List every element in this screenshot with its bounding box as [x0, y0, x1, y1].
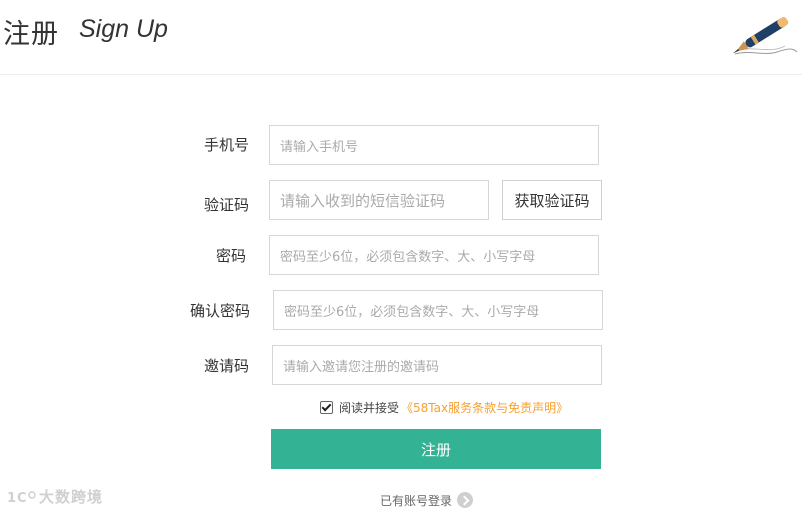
invite-placeholder: 请输入邀请您注册的邀请码: [283, 359, 440, 375]
code-label: 验证码: [203, 196, 249, 214]
signup-page: 注册 Sign Up 手机号 请输入手机号 验证码 请输入收到的短信验证码 获取…: [0, 0, 802, 515]
invite-label: 邀请码: [203, 357, 249, 375]
page-title: 注册: [3, 19, 59, 50]
confirm-password-label: 确认密码: [189, 302, 250, 320]
agreement-checkbox[interactable]: [320, 400, 333, 414]
login-link[interactable]: 已有账号登录: [380, 491, 474, 509]
agreement-text: 阅读并接受: [339, 400, 400, 415]
login-link-text: 已有账号登录: [380, 493, 453, 508]
agreement-row: 阅读并接受 《58Tax服务条款与免责声明》: [320, 398, 568, 416]
fountain-pen-icon: [732, 16, 798, 55]
register-button[interactable]: 注册: [271, 429, 601, 469]
phone-label: 手机号: [203, 136, 249, 154]
get-code-button[interactable]: 获取验证码: [502, 180, 602, 220]
password-input[interactable]: 密码至少6位，必须包含数字、大、小写字母: [269, 235, 599, 275]
confirm-password-input[interactable]: 密码至少6位，必须包含数字、大、小写字母: [273, 290, 603, 330]
page-subtitle: Sign Up: [79, 15, 168, 43]
password-label: 密码: [215, 247, 246, 265]
terms-link[interactable]: 《58Tax服务条款与免责声明》: [401, 399, 568, 416]
watermark-logo-icon: 1C: [7, 491, 36, 505]
code-placeholder: 请输入收到的短信验证码: [280, 191, 446, 210]
invite-input[interactable]: 请输入邀请您注册的邀请码: [272, 345, 602, 385]
watermark-text: 大数跨境: [39, 488, 104, 506]
code-input[interactable]: 请输入收到的短信验证码: [269, 180, 489, 220]
page-header: 注册 Sign Up: [0, 0, 802, 75]
phone-placeholder: 请输入手机号: [280, 139, 359, 155]
password-placeholder: 密码至少6位，必须包含数字、大、小写字母: [280, 249, 536, 265]
confirm-password-placeholder: 密码至少6位，必须包含数字、大、小写字母: [284, 304, 540, 320]
chevron-right-icon: [457, 492, 474, 508]
svg-text:1C: 1C: [7, 491, 28, 505]
watermark: 1C 大数跨境: [7, 486, 103, 507]
phone-input[interactable]: 请输入手机号: [269, 125, 599, 165]
